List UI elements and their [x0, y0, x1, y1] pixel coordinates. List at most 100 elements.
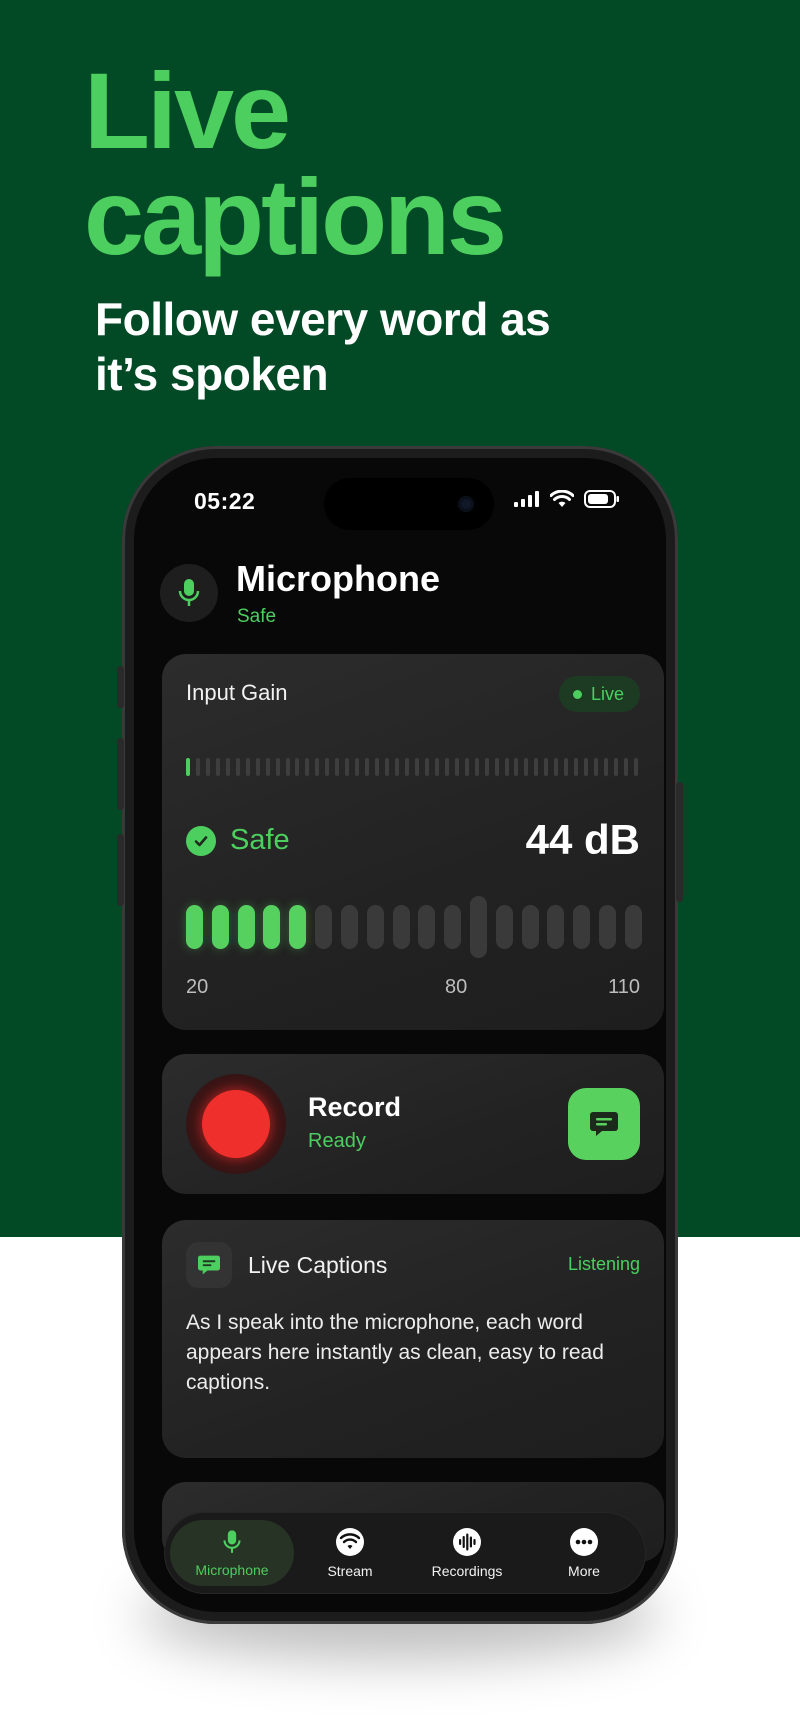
captions-transcript: As I speak into the microphone, each wor… [186, 1311, 604, 1394]
gain-tick [424, 758, 429, 776]
scale-label-max: 110 [608, 976, 640, 998]
gain-tick [474, 758, 479, 776]
gain-tick [215, 758, 220, 776]
gain-tick [404, 758, 409, 776]
phone-screen: 05:22 Microphone Safe Input Gain Live Sa… [134, 458, 666, 1612]
subhead-line-2: it’s spoken [95, 348, 329, 400]
gain-tick [464, 758, 469, 776]
gain-tick [633, 758, 638, 776]
gain-tick [285, 758, 290, 776]
gain-tick [544, 758, 549, 776]
level-bar-active [263, 905, 281, 949]
gain-tick [494, 758, 499, 776]
waveform-icon [453, 1528, 481, 1556]
level-bar [624, 905, 642, 949]
safe-status: Safe [186, 824, 290, 857]
gain-tick [325, 758, 330, 776]
mic-icon [178, 579, 200, 606]
tab-recordings[interactable]: Recordings [406, 1520, 528, 1586]
tab-stream[interactable]: Stream [300, 1520, 400, 1586]
wifi-icon [336, 1528, 364, 1556]
record-status: Ready [308, 1130, 366, 1152]
safe-label: Safe [230, 824, 290, 856]
level-bar [444, 905, 462, 949]
input-gain-card: Input Gain Live Safe 44 dB 20 80 110 [162, 654, 664, 1030]
tab-label: Microphone [195, 1562, 269, 1578]
level-bar-active [289, 905, 307, 949]
gain-tick [225, 758, 230, 776]
phone-frame: 05:22 Microphone Safe Input Gain Live Sa… [117, 446, 683, 1624]
gain-tick [265, 758, 270, 776]
gain-tick [534, 758, 539, 776]
gain-tick [454, 758, 459, 776]
gain-tick [365, 758, 370, 776]
gain-tick [554, 758, 559, 776]
tab-label: Recordings [431, 1563, 503, 1579]
promo-subheadline: Follow every word as it’s spoken [95, 292, 655, 402]
side-button [117, 738, 124, 810]
record-card: Record Ready [162, 1054, 664, 1194]
wifi-status-icon [550, 490, 574, 507]
captions-button[interactable] [568, 1088, 640, 1160]
gain-tick [195, 758, 200, 776]
level-bar [315, 905, 333, 949]
status-time: 05:22 [194, 488, 256, 514]
live-badge-label: Live [590, 683, 624, 704]
gain-tick [584, 758, 589, 776]
bottom-tab-bar: Microphone Stream Recordings More [164, 1512, 646, 1594]
gain-tick [305, 758, 310, 776]
side-button [117, 834, 124, 906]
gain-tick [385, 758, 390, 776]
record-button[interactable] [202, 1090, 270, 1158]
gain-tick [235, 758, 240, 776]
decibel-readout: 44 dB [525, 816, 640, 863]
gain-tick [514, 758, 519, 776]
side-button [117, 666, 124, 708]
gain-tick [434, 758, 439, 776]
page-subtitle: Safe [237, 606, 277, 627]
headline-line-2: captions [84, 156, 507, 277]
status-icons [514, 490, 620, 508]
gain-tick [335, 758, 340, 776]
tab-label: Stream [327, 1563, 373, 1579]
gain-tick [594, 758, 599, 776]
page-title: Microphone [236, 558, 440, 599]
headline-line-1: Live [84, 50, 291, 171]
gain-tick [355, 758, 360, 776]
level-bar [521, 905, 539, 949]
gain-tick [613, 758, 618, 776]
tab-more[interactable]: More [534, 1520, 634, 1586]
gain-tick [504, 758, 509, 776]
level-meter [186, 896, 642, 958]
captions-title: Live Captions [248, 1252, 388, 1278]
gain-tick [186, 758, 190, 776]
microphone-avatar [160, 564, 218, 622]
level-bar [599, 905, 616, 949]
promo-headline: Live captions [84, 50, 507, 277]
gain-tick [295, 758, 300, 776]
captions-status: Listening [567, 1254, 640, 1274]
more-icon [570, 1528, 598, 1556]
live-captions-card: Live Captions Listening As I speak into … [162, 1220, 664, 1458]
mic-icon [223, 1530, 241, 1553]
signal-icon [514, 491, 539, 507]
level-bar [547, 905, 565, 949]
tab-microphone[interactable]: Microphone [170, 1520, 294, 1586]
live-dot-icon [572, 689, 582, 699]
dynamic-island [324, 478, 494, 530]
level-bar-active [237, 905, 255, 949]
gain-tick [564, 758, 569, 776]
gain-tick [255, 758, 260, 776]
gain-tick [345, 758, 350, 776]
live-badge: Live [558, 676, 640, 712]
caption-bubble-icon [590, 1112, 618, 1136]
gain-tick [315, 758, 320, 776]
side-button [676, 782, 683, 902]
gain-tick [574, 758, 579, 776]
gain-tick [604, 758, 609, 776]
gain-tick [623, 758, 628, 776]
input-gain-title: Input Gain [186, 680, 288, 705]
gain-tick [524, 758, 529, 776]
level-bar [573, 905, 591, 949]
battery-icon [584, 490, 619, 508]
